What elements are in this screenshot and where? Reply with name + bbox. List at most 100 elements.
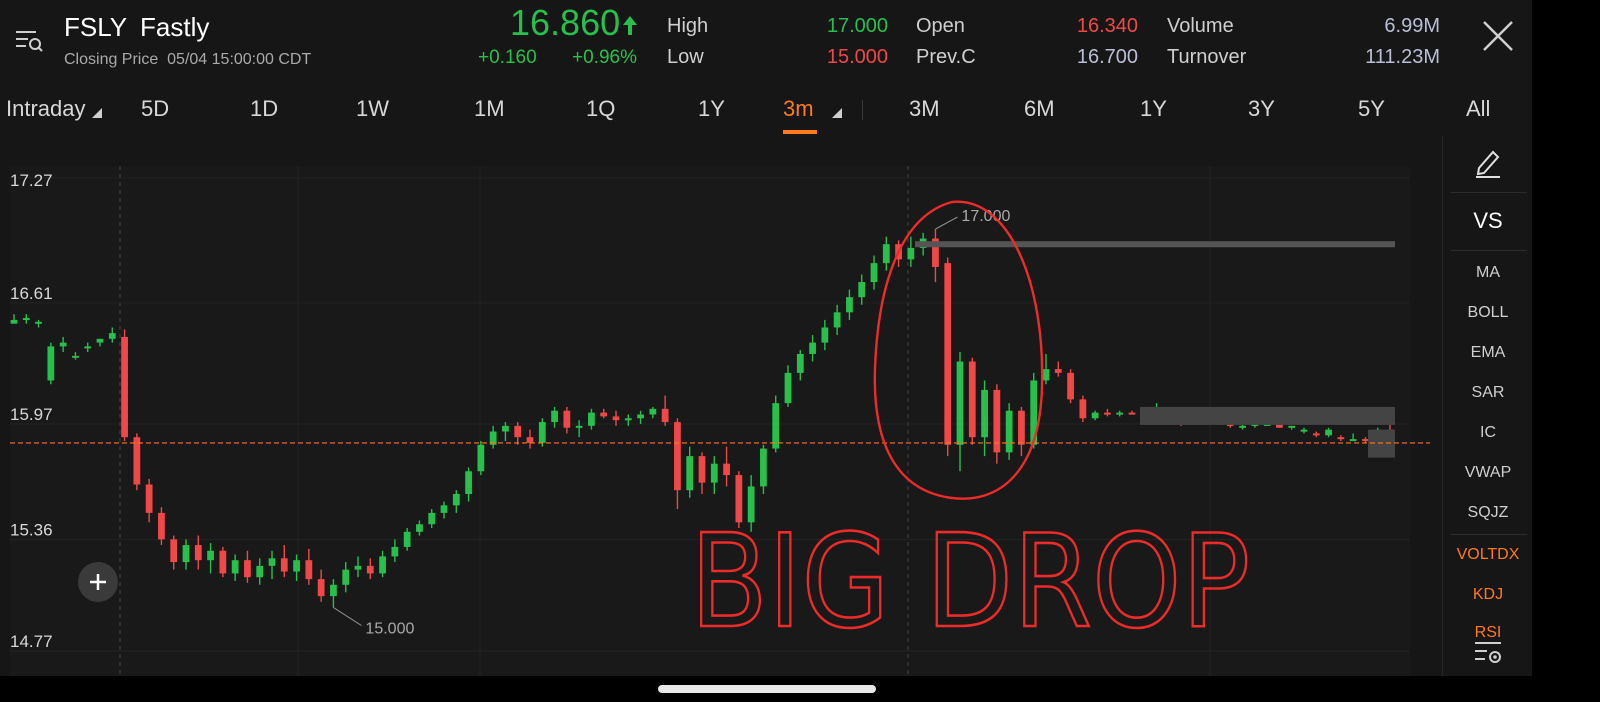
candle-body [526, 437, 534, 443]
candle-body [96, 338, 104, 343]
candle-body [1018, 410, 1025, 445]
candle-body [268, 558, 276, 566]
candle-body [796, 353, 804, 373]
candle-body [133, 437, 141, 485]
candle [477, 440, 485, 476]
candle-body [35, 321, 42, 324]
candle [993, 384, 1001, 464]
price-change: +0.160 [478, 47, 537, 68]
candle-body [207, 550, 214, 561]
add-drawing-button[interactable] [78, 562, 118, 602]
tab-1q[interactable]: 1Q [586, 96, 615, 122]
tab-3y[interactable]: 3Y [1248, 96, 1275, 122]
candle-body [760, 448, 767, 487]
candle-body [1067, 372, 1074, 400]
candle-body [1349, 439, 1357, 442]
dropdown-caret-icon[interactable] [832, 108, 842, 118]
tab-separator [862, 100, 863, 120]
candle-body [784, 372, 792, 404]
tab-1w[interactable]: 1W [356, 96, 389, 122]
home-indicator[interactable] [658, 685, 876, 693]
close-icon[interactable] [1480, 18, 1516, 54]
tab-all[interactable]: All [1466, 96, 1490, 122]
candle-body [907, 248, 915, 260]
indicator-sqjz[interactable]: SQJZ [1443, 504, 1532, 522]
candle-body [1362, 439, 1369, 442]
indicator-ic[interactable]: IC [1443, 424, 1532, 442]
indicator-kdj[interactable]: KDJ [1443, 586, 1532, 604]
candle-body [428, 512, 436, 525]
candle-body [772, 403, 780, 449]
candle [47, 342, 55, 385]
candle [158, 507, 165, 546]
candle-body [612, 416, 620, 421]
candle-body [1325, 429, 1332, 436]
compare-button[interactable]: VS [1443, 208, 1532, 234]
candle-body [440, 505, 448, 513]
candle-body [108, 333, 116, 339]
indicator-settings-icon[interactable] [1473, 640, 1505, 670]
candle [1067, 369, 1074, 404]
candle-body [231, 560, 239, 574]
candle-body [833, 312, 841, 328]
list-search-icon[interactable] [14, 26, 44, 56]
candle-body [858, 282, 866, 298]
candle-body [354, 565, 362, 570]
candle-body [944, 263, 952, 445]
tab-1m[interactable]: 1M [474, 96, 505, 122]
tab-5y[interactable]: 5Y [1358, 96, 1385, 122]
indicator-voltdx[interactable]: VOLTDX [1443, 546, 1532, 564]
pencil-icon[interactable] [1473, 146, 1503, 178]
tab-1y[interactable]: 1Y [698, 96, 725, 122]
candle-body [280, 558, 288, 572]
candle-body [723, 463, 730, 476]
open-label: Open [916, 15, 965, 37]
open-value: 16.340 [1076, 15, 1138, 37]
quote-header: FSLY Fastly Closing Price 05/04 15:00:00… [0, 0, 1532, 84]
y-tick-label: 15.97 [10, 405, 53, 424]
candle-body [686, 456, 694, 491]
candle-body [22, 318, 30, 321]
timeframe-tabs: Intraday 5D 1D 1W 1M 1Q 1Y 3m 3M 6M 1Y 3… [0, 84, 1532, 136]
candle-body [219, 550, 227, 574]
intraday-caret-icon[interactable] [92, 108, 102, 118]
candle-body [391, 546, 399, 557]
y-tick-label: 14.77 [10, 632, 53, 651]
tab-1d[interactable]: 1D [250, 96, 278, 122]
indicator-sar[interactable]: SAR [1443, 384, 1532, 402]
candle-body [366, 565, 374, 574]
candle-body [1054, 369, 1062, 373]
candlestick-chart[interactable]: 17.2716.6115.9715.3614.77 17.00015.000 BI… [0, 136, 1440, 676]
indicator-ma[interactable]: MA [1443, 264, 1532, 282]
tab-6m[interactable]: 6M [1024, 96, 1055, 122]
candle-body [342, 569, 350, 585]
candle [121, 329, 128, 441]
range-band [1140, 406, 1395, 425]
tab-3m[interactable]: 3M [909, 96, 940, 122]
candle-body [514, 425, 522, 438]
tab-intraday[interactable]: Intraday [6, 96, 86, 122]
candle-body [194, 545, 202, 561]
ticker-symbol: FSLY [64, 12, 128, 42]
last-price: 16.860 [510, 2, 621, 43]
turnover-label: Turnover [1167, 46, 1247, 68]
range-band-small [1368, 429, 1395, 458]
candle-body [624, 418, 632, 421]
high-value: 17.000 [826, 15, 888, 37]
candle-body [674, 422, 681, 491]
candle [1005, 403, 1013, 460]
tab-1y-long[interactable]: 1Y [1140, 96, 1167, 122]
candle-body [588, 412, 595, 426]
candle-body [1239, 425, 1246, 428]
tab-5d[interactable]: 5D [141, 96, 169, 122]
y-tick-label: 16.61 [10, 284, 53, 303]
indicator-boll[interactable]: BOLL [1443, 304, 1532, 322]
indicator-ema[interactable]: EMA [1443, 344, 1532, 362]
indicator-vwap[interactable]: VWAP [1443, 464, 1532, 482]
candle-body [821, 327, 829, 343]
candle-body [1005, 410, 1013, 453]
resistance-band [915, 241, 1395, 248]
candle-body [416, 524, 423, 532]
candle-body [575, 425, 583, 428]
tab-3min[interactable]: 3m [783, 96, 814, 122]
